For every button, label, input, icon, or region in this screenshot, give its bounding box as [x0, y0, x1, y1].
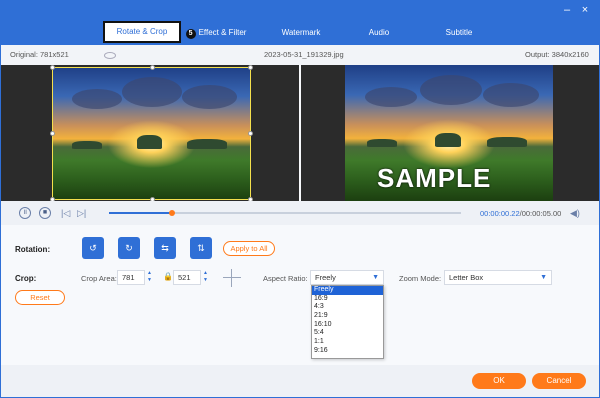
aspect-ratio-option[interactable]: 9:16: [312, 347, 383, 356]
tab-bar: Rotate & Crop 5 Effect & Filter Watermark…: [1, 1, 599, 45]
apply-to-all-button[interactable]: Apply to All: [223, 241, 275, 256]
aspect-ratio-select[interactable]: Freely ▼: [310, 270, 384, 285]
current-time: 00:00:00.22: [480, 209, 520, 218]
tab-rotate-crop-label: Rotate & Crop: [116, 27, 168, 36]
sample-watermark: SAMPLE: [377, 163, 492, 193]
lock-icon[interactable]: 🔒: [163, 273, 173, 281]
center-crop-icon[interactable]: [223, 269, 241, 287]
crop-frame[interactable]: [50, 65, 253, 201]
original-preview: [1, 65, 299, 201]
aspect-ratio-option[interactable]: 4:3: [312, 303, 383, 312]
close-button[interactable]: ×: [579, 4, 591, 16]
aspect-ratio-option[interactable]: 16:9: [312, 295, 383, 304]
ok-button[interactable]: OK: [472, 373, 526, 389]
chevron-down-icon: ▼: [372, 274, 379, 281]
crop-handle[interactable]: [50, 65, 55, 70]
video-editor-window: Rotate & Crop 5 Effect & Filter Watermark…: [0, 0, 600, 398]
chevron-down-icon: ▼: [540, 274, 547, 281]
cancel-button[interactable]: Cancel: [532, 373, 586, 389]
aspect-ratio-option[interactable]: 16:10: [312, 321, 383, 330]
total-time: /00:00:05.00: [519, 209, 562, 218]
flip-horizontal-button[interactable]: ⇆: [154, 237, 176, 259]
crop-height-input[interactable]: 521: [173, 270, 201, 285]
zoom-mode-select[interactable]: Letter Box ▼: [444, 270, 552, 285]
tab-audio[interactable]: Audio: [353, 22, 405, 43]
output-image: SAMPLE: [345, 65, 553, 201]
crop-area-label: Crop Area:: [81, 274, 117, 283]
crop-width-input[interactable]: 781: [117, 270, 145, 285]
rotate-right-button[interactable]: ↻: [118, 237, 140, 259]
progress-fill: [109, 212, 173, 214]
rotate-left-button[interactable]: ↺: [82, 237, 104, 259]
progress-track[interactable]: [109, 210, 461, 216]
step-badge: 5: [185, 29, 196, 39]
aspect-ratio-option[interactable]: 1:1: [312, 338, 383, 347]
tab-effect-filter-label: Effect & Filter: [198, 28, 247, 37]
aspect-ratio-label: Aspect Ratio:: [263, 274, 308, 283]
aspect-ratio-option[interactable]: Freely: [312, 286, 383, 295]
progress-knob[interactable]: [169, 210, 176, 216]
previous-frame-icon[interactable]: |◁: [61, 207, 70, 219]
tab-watermark-label: Watermark: [281, 28, 321, 37]
timecode: 00:00:00.22/00:00:05.00: [480, 209, 561, 218]
tab-subtitle[interactable]: Subtitle: [433, 22, 485, 43]
height-stepper[interactable]: ▲ ▼: [202, 270, 209, 285]
minimize-button[interactable]: –: [561, 4, 573, 16]
stop-icon[interactable]: ■: [39, 207, 51, 219]
tab-subtitle-label: Subtitle: [445, 28, 473, 37]
zoom-mode-label: Zoom Mode:: [399, 274, 442, 283]
crop-handle[interactable]: [50, 131, 55, 136]
aspect-ratio-option[interactable]: 21:9: [312, 312, 383, 321]
aspect-ratio-value: Freely: [315, 273, 336, 282]
output-preview: SAMPLE: [301, 65, 599, 201]
aspect-ratio-dropdown: Freely 16:9 4:3 21:9 16:10 5:4 1:1 9:16: [311, 285, 384, 359]
flip-vertical-button[interactable]: ⇅: [190, 237, 212, 259]
tab-watermark[interactable]: Watermark: [271, 22, 331, 43]
next-frame-icon[interactable]: ▷|: [77, 207, 86, 219]
aspect-ratio-option[interactable]: 5:4: [312, 329, 383, 338]
original-resolution: Original: 781x521: [10, 50, 69, 59]
output-resolution: Output: 3840x2160: [525, 50, 589, 59]
tab-effect-filter[interactable]: 5 Effect & Filter: [183, 22, 249, 43]
rotation-label: Rotation:: [15, 245, 51, 254]
player-bar: ॥ ■ |◁ ▷| 00:00:00.22/00:00:05.00 ◀): [1, 201, 599, 225]
pause-icon[interactable]: ॥: [19, 207, 31, 219]
tab-audio-label: Audio: [368, 28, 390, 37]
crop-label: Crop:: [15, 274, 37, 283]
reset-button[interactable]: Reset: [15, 290, 65, 305]
file-name: 2023-05-31_191329.jpg: [264, 50, 344, 59]
width-stepper[interactable]: ▲ ▼: [146, 270, 153, 285]
volume-icon[interactable]: ◀): [570, 208, 582, 218]
info-row: Original: 781x521 2023-05-31_191329.jpg …: [1, 45, 599, 65]
crop-handle[interactable]: [248, 131, 253, 136]
tab-rotate-crop[interactable]: Rotate & Crop: [103, 21, 181, 43]
zoom-mode-value: Letter Box: [449, 273, 484, 282]
crop-handle[interactable]: [150, 65, 155, 70]
crop-handle[interactable]: [248, 65, 253, 70]
eye-icon[interactable]: [104, 52, 116, 59]
